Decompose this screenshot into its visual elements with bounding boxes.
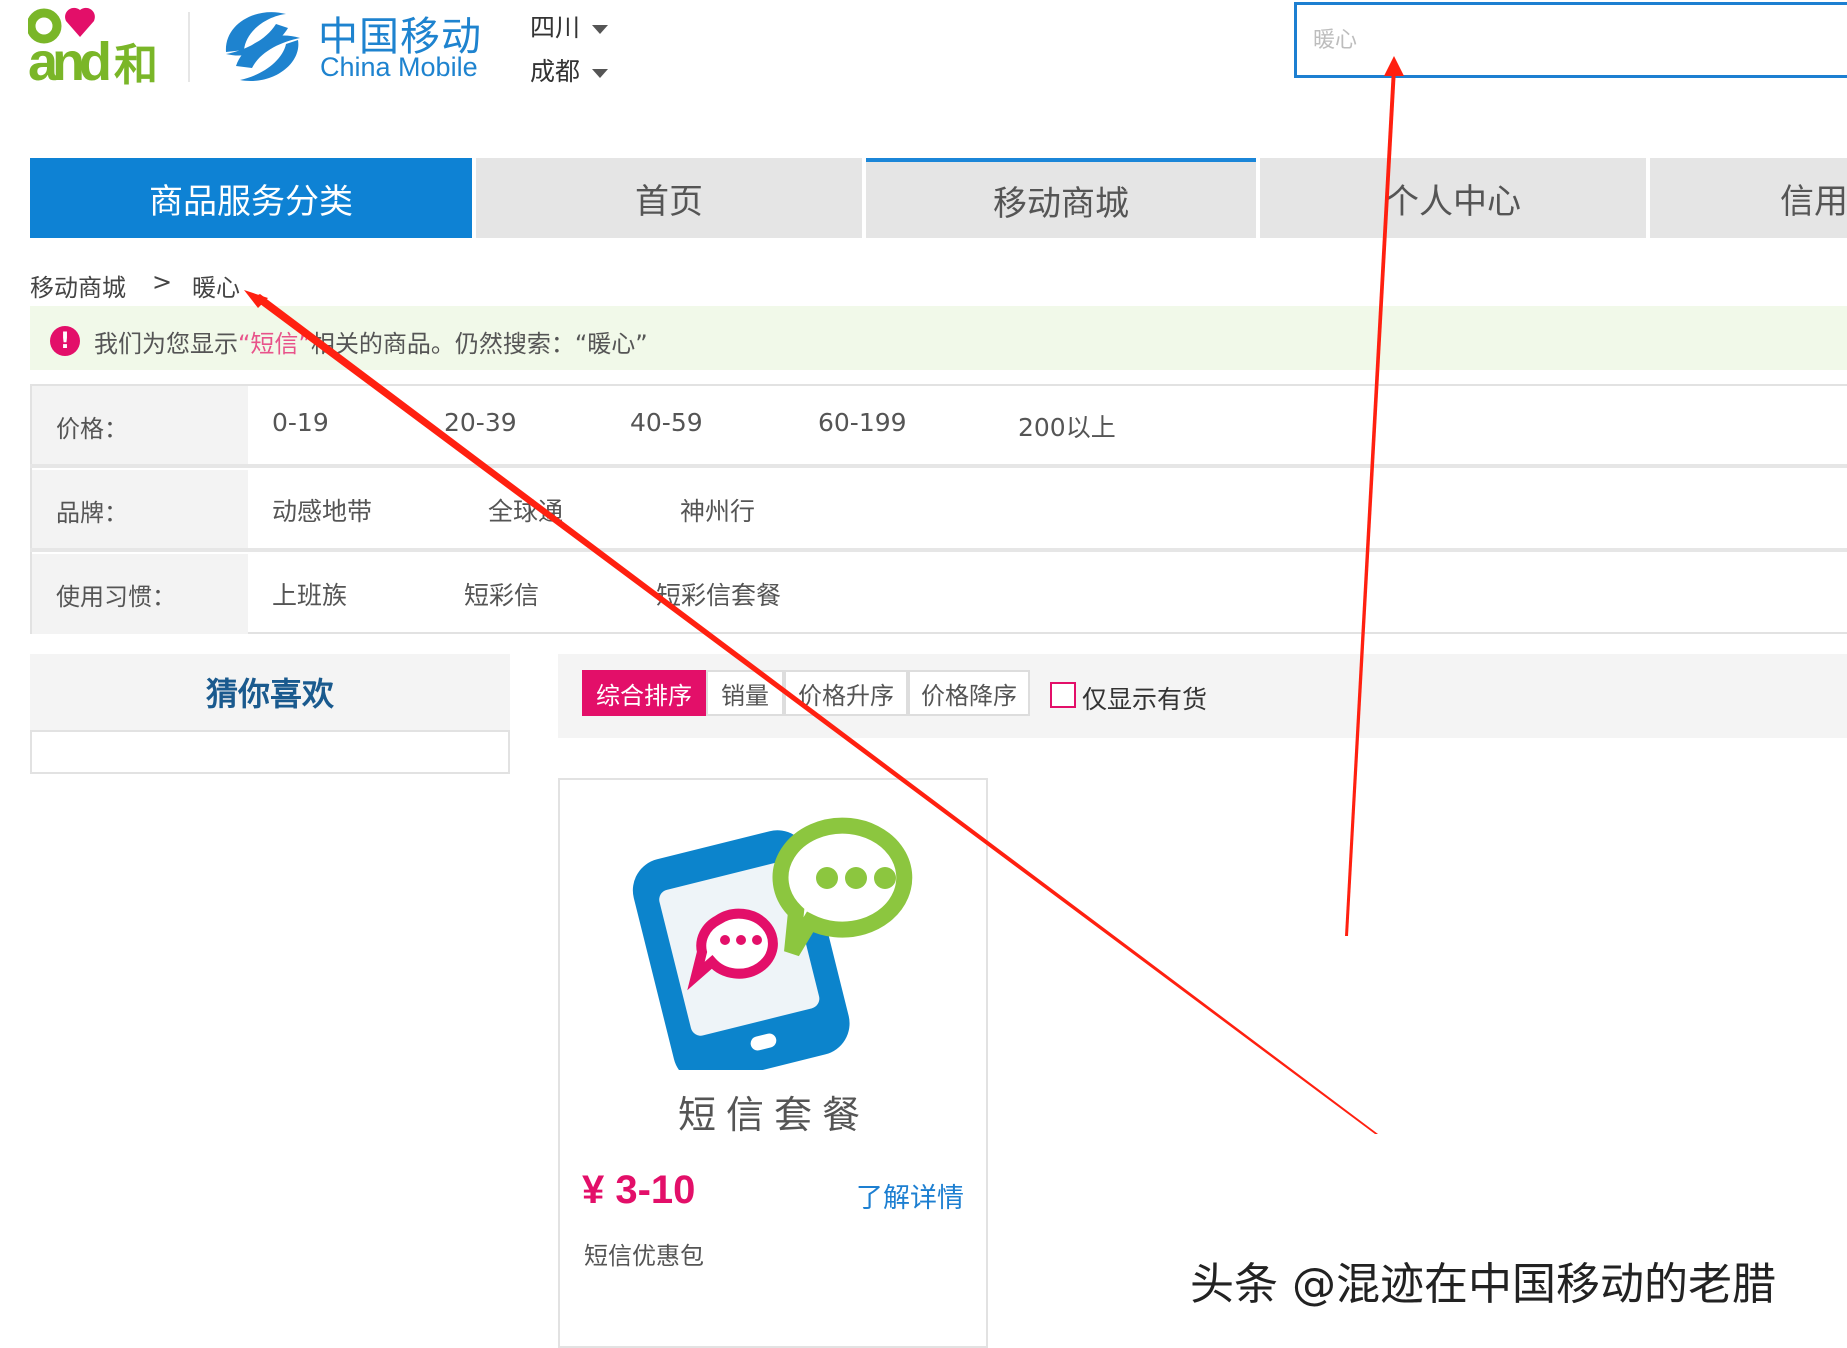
sort-price-desc-button[interactable]: 价格降序 [908, 670, 1030, 716]
breadcrumb-separator: > [152, 268, 173, 296]
filter-price-option[interactable]: 40-59 [630, 408, 703, 437]
filter-brand-option[interactable]: 全球通 [488, 492, 563, 528]
and-he-logo-text: and [28, 32, 109, 88]
city-select[interactable]: 成都 [530, 52, 609, 88]
guess-you-like-title: 猜你喜欢 [30, 654, 510, 730]
province-select[interactable]: 四川 [530, 8, 609, 44]
filter-habit-option[interactable]: 短彩信 [464, 576, 539, 612]
filter-price-label: 价格： [32, 386, 248, 466]
guess-you-like-list [30, 730, 510, 774]
filter-price-option[interactable]: 60-199 [818, 408, 907, 437]
filter-habit-option[interactable]: 短彩信套餐 [656, 576, 781, 612]
china-mobile-logo-en: China Mobile [320, 52, 478, 82]
in-stock-label[interactable]: 仅显示有货 [1082, 680, 1207, 716]
filter-divider [30, 548, 1847, 552]
sms-package-image[interactable] [630, 812, 926, 1070]
breadcrumb-root[interactable]: 移动商城 [30, 268, 126, 303]
nav-mall[interactable]: 移动商城 [866, 158, 1256, 238]
nav-home[interactable]: 首页 [476, 158, 862, 238]
sort-comprehensive-button[interactable]: 综合排序 [582, 670, 706, 716]
filter-price-option[interactable]: 200以上 [1018, 408, 1116, 444]
chevron-down-icon [592, 24, 609, 34]
logo-divider [188, 12, 190, 82]
filter-brand-label: 品牌： [32, 470, 248, 550]
product-detail-link[interactable]: 了解详情 [856, 1176, 964, 1215]
filter-divider [30, 464, 1847, 468]
alert-icon: ! [50, 326, 80, 356]
product-price: ¥ 3-10 [582, 1168, 696, 1212]
china-mobile-logo-mark[interactable] [216, 2, 308, 90]
filter-brand-option[interactable]: 神州行 [680, 492, 755, 528]
filter-price-option[interactable]: 0-19 [272, 408, 329, 437]
filter-brand-option[interactable]: 动感地带 [272, 492, 372, 528]
notice-prefix: 我们为您显示 [94, 330, 238, 358]
sort-sales-button[interactable]: 销量 [706, 670, 784, 716]
watermark: 头条 @混迹在中国移动的老腊 [1190, 1259, 1776, 1310]
search-input[interactable] [1294, 2, 1847, 78]
and-he-logo[interactable]: and 和 [28, 4, 168, 88]
in-stock-checkbox[interactable] [1050, 682, 1076, 708]
product-image-caption: 短信套餐 [677, 1093, 870, 1137]
province-label: 四川 [530, 13, 581, 42]
filter-habit-label: 使用习惯： [32, 554, 248, 634]
notice-original-search[interactable]: “暖心” [575, 330, 648, 358]
nav-personal[interactable]: 个人中心 [1260, 158, 1646, 238]
city-label: 成都 [530, 57, 581, 86]
notice-middle: 相关的商品。仍然搜索： [310, 330, 575, 358]
notice-keyword[interactable]: “短信” [238, 330, 311, 358]
filter-price-option[interactable]: 20-39 [444, 408, 517, 437]
filter-habit-option[interactable]: 上班族 [272, 576, 347, 612]
nav-credit[interactable]: 信用 [1650, 158, 1847, 238]
nav-category[interactable]: 商品服务分类 [30, 158, 472, 238]
product-subtitle: 短信优惠包 [584, 1242, 704, 1270]
sort-price-asc-button[interactable]: 价格升序 [784, 670, 908, 716]
breadcrumb-current: 暖心 [192, 274, 240, 302]
notice-text: 我们为您显示“短信”相关的商品。仍然搜索：“暖心” [94, 324, 648, 359]
and-he-logo-char: 和 [114, 40, 158, 88]
chevron-down-icon [592, 68, 609, 78]
